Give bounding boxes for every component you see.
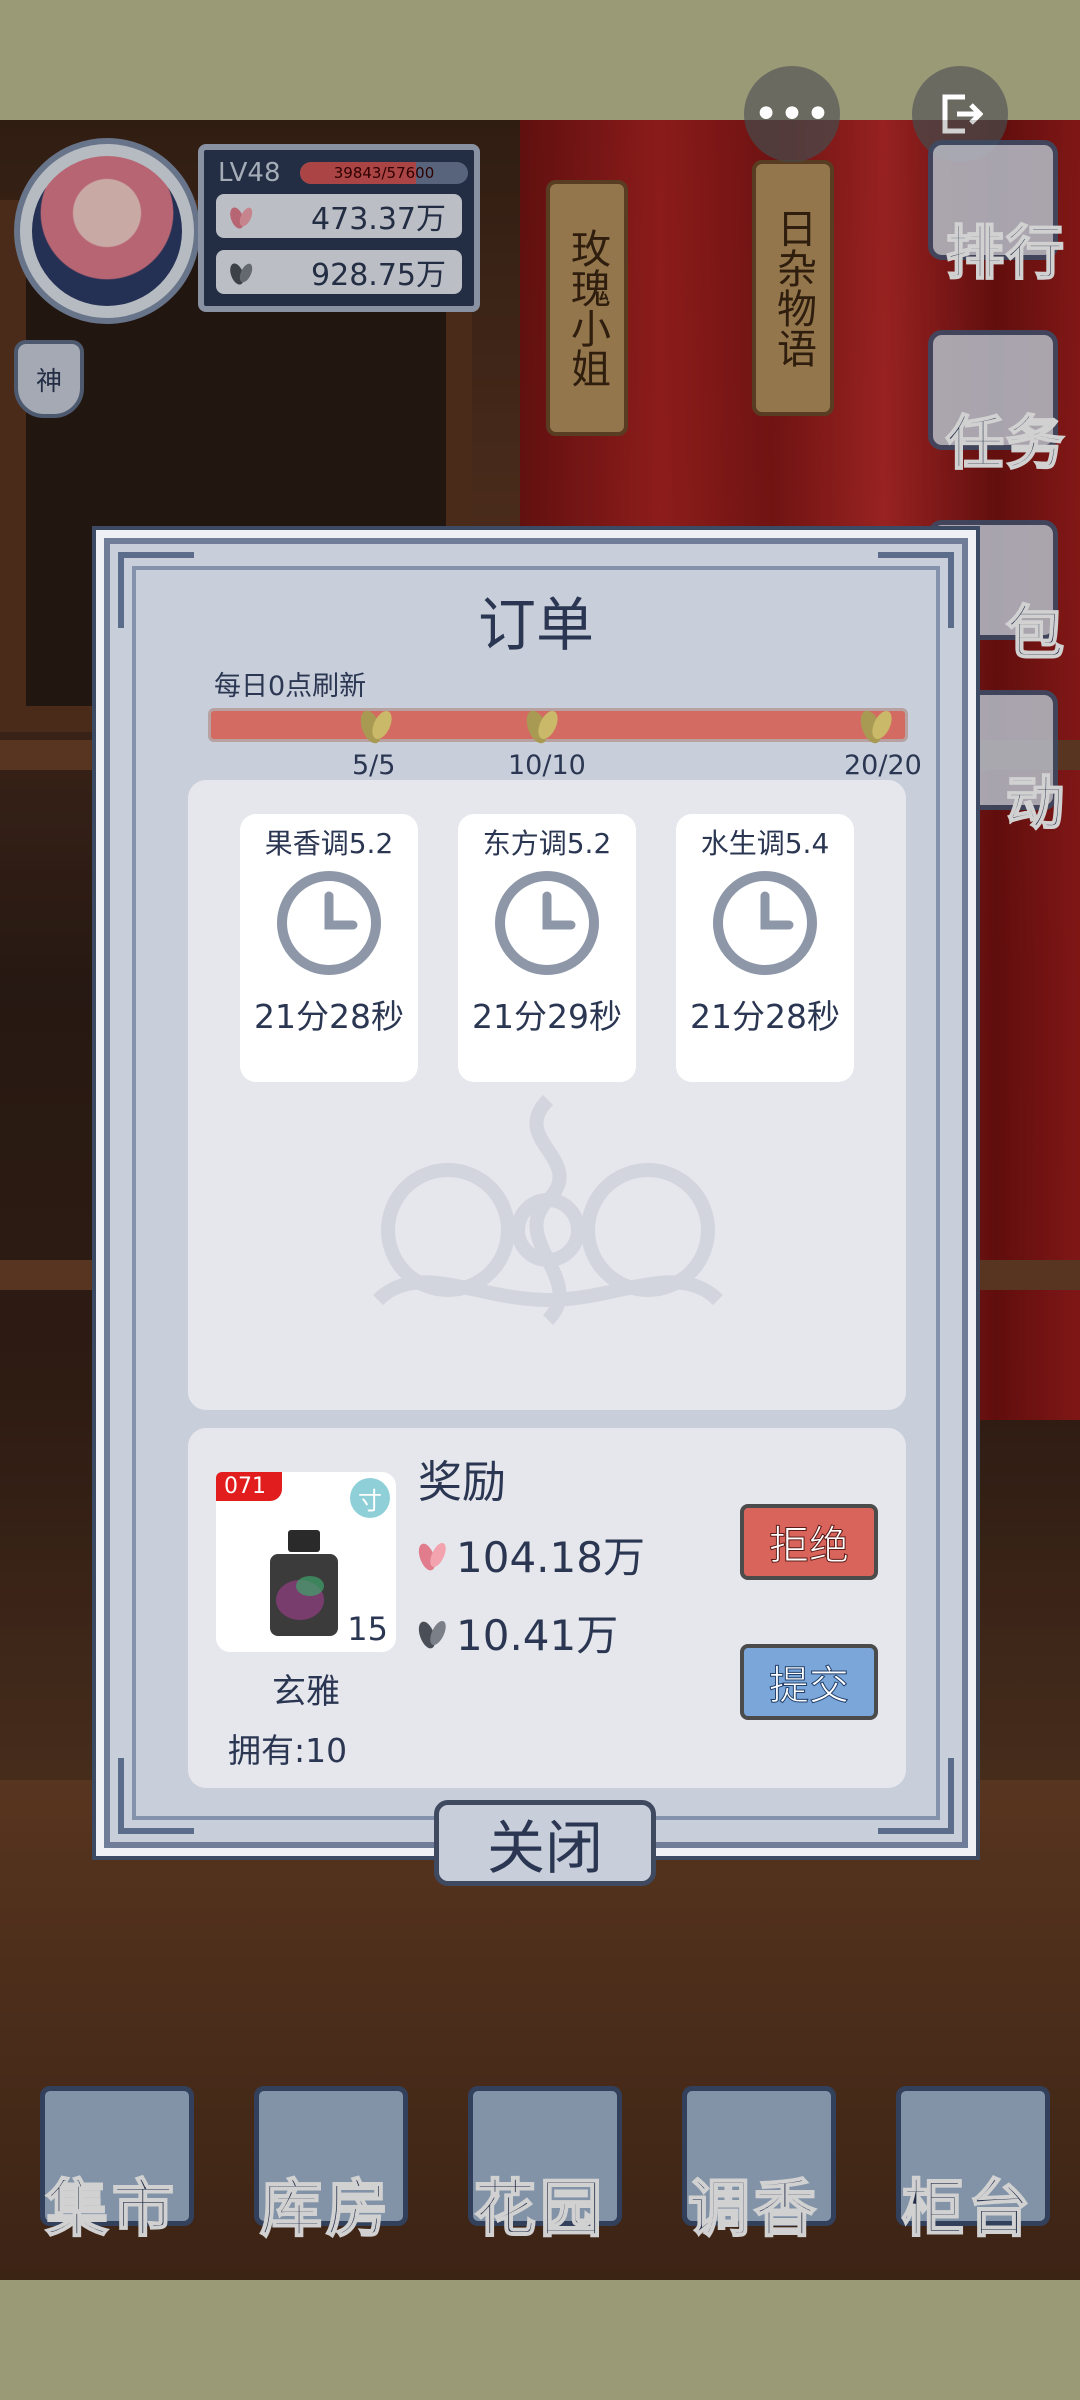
reward-title: 奖励 xyxy=(418,1457,506,1508)
reward-leaf: 10.41万 xyxy=(414,1602,618,1663)
daily-progress-bar xyxy=(208,708,908,744)
refresh-note: 每日0点刷新 xyxy=(214,671,367,702)
clock-icon xyxy=(495,871,599,975)
order-name: 水生调5.4 xyxy=(700,827,830,860)
reward-leaf-value: 10.41万 xyxy=(456,1611,619,1660)
order-name: 东方调5.2 xyxy=(482,827,612,860)
order-card[interactable]: 果香调5.2 21分28秒 xyxy=(240,814,418,1082)
clock-icon xyxy=(713,871,817,975)
milestone-label: 10/10 xyxy=(508,750,586,781)
perfume-bottle-icon xyxy=(270,1530,338,1636)
submit-button[interactable]: 提交 xyxy=(740,1644,878,1720)
item-name: 玄雅 xyxy=(272,1672,340,1712)
petal-icon xyxy=(418,1542,446,1570)
milestone-leaf-icon xyxy=(860,710,892,744)
order-card[interactable]: 水生调5.4 21分28秒 xyxy=(676,814,854,1082)
order-detail: 071 寸 15 玄雅 拥有:10 奖励 104.18万 10.41万 拒绝 提… xyxy=(188,1428,906,1788)
order-timer: 21分28秒 xyxy=(254,997,404,1036)
order-timer: 21分28秒 xyxy=(690,997,840,1036)
order-list: 果香调5.2 21分28秒 东方调5.2 21分29秒 水生调5.4 21分28… xyxy=(188,780,906,1410)
reject-button[interactable]: 拒绝 xyxy=(740,1504,878,1580)
dialog-title: 订单 xyxy=(477,591,594,659)
cloud-ornament-icon xyxy=(373,1095,723,1325)
milestone-leaf-icon xyxy=(360,710,392,744)
corner-ornament xyxy=(118,1758,194,1834)
order-card[interactable]: 东方调5.2 21分29秒 xyxy=(458,814,636,1082)
item-slot[interactable]: 071 寸 15 xyxy=(216,1472,396,1652)
owned-count: 拥有:10 xyxy=(228,1731,348,1770)
reward-petal: 104.18万 xyxy=(414,1524,645,1585)
item-number-badge: 071 xyxy=(216,1472,282,1501)
item-grade-icon: 寸 xyxy=(350,1478,390,1518)
order-name: 果香调5.2 xyxy=(264,827,394,860)
leaf-icon xyxy=(418,1620,446,1648)
milestone-leaf-icon xyxy=(526,710,558,744)
clock-icon xyxy=(277,871,381,975)
close-button[interactable]: 关闭 xyxy=(434,1800,656,1886)
milestone-label: 20/20 xyxy=(844,750,922,781)
order-timer: 21分29秒 xyxy=(472,997,622,1036)
order-dialog: 订单 每日0点刷新 5/5 10/10 20/20 果香调5.2 21分28秒 … xyxy=(96,530,976,1886)
item-count: 15 xyxy=(347,1610,388,1648)
bottom-status-bar xyxy=(0,2280,1080,2400)
milestone-label: 5/5 xyxy=(352,750,396,781)
reward-petal-value: 104.18万 xyxy=(456,1533,645,1582)
